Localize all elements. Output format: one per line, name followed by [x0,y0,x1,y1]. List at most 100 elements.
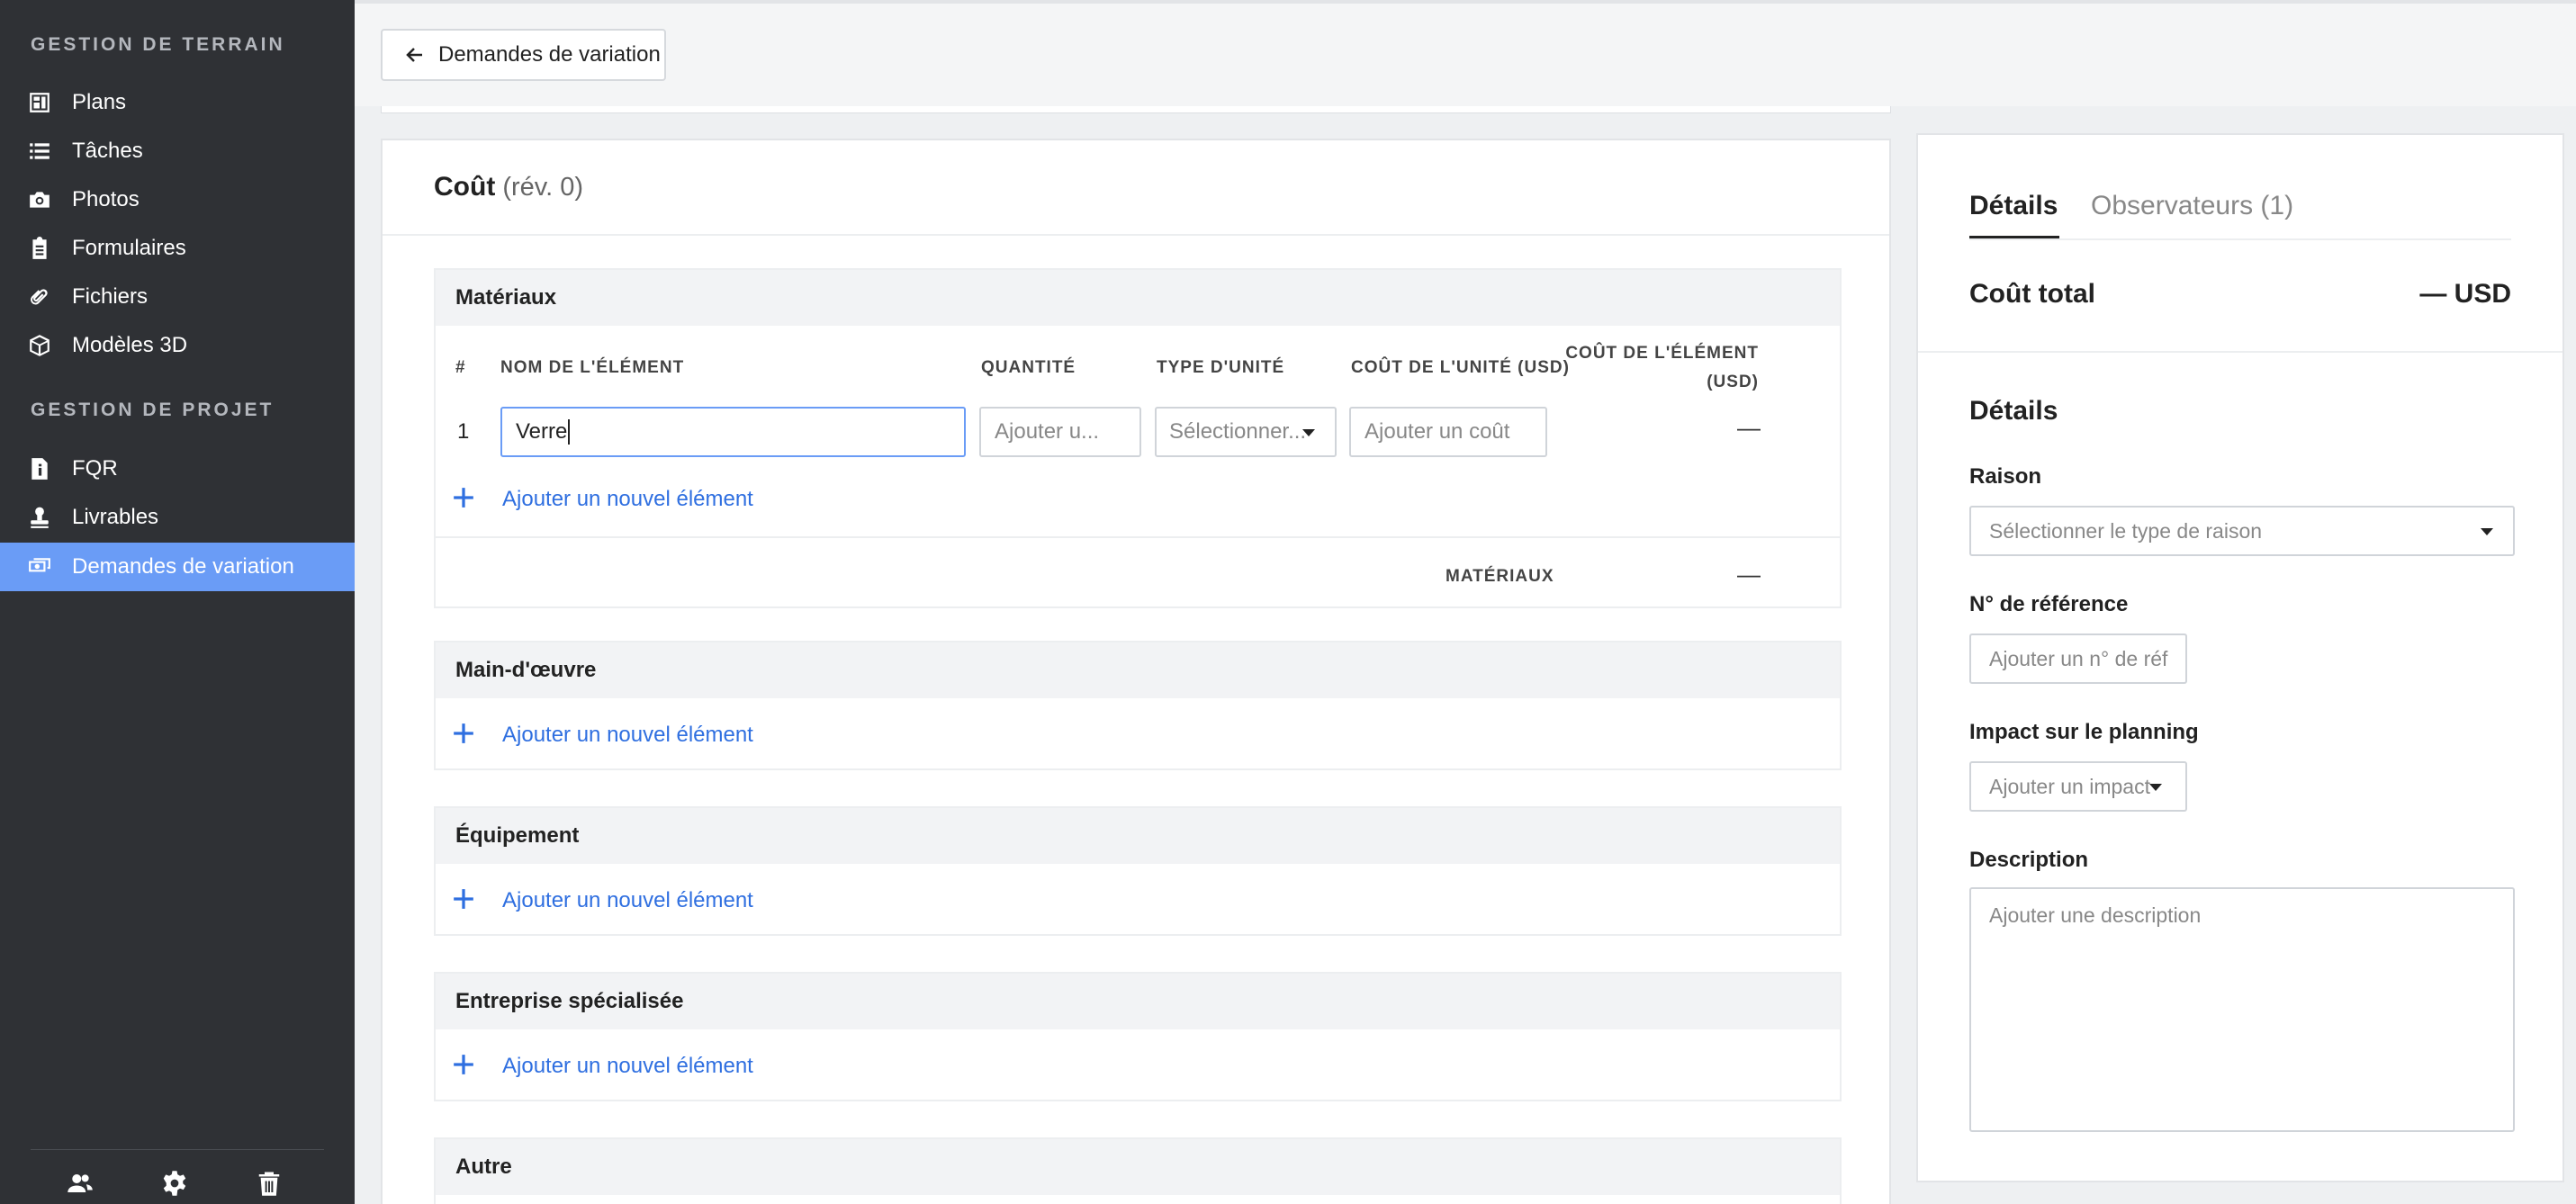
sidebar-item-label: Formulaires [72,236,186,260]
caret-down-icon [1302,429,1315,436]
quantity-placeholder: Ajouter u... [995,419,1100,444]
top-bar [355,0,2576,106]
money-icon [27,554,52,580]
sidebar-item-change-requests[interactable]: Demandes de variation [0,543,355,591]
description-textarea[interactable]: Ajouter une description [1969,887,2515,1132]
divider [436,536,1840,538]
sidebar-item-plans[interactable]: Plans [0,78,355,127]
clipboard-icon [27,236,52,261]
unit-type-select[interactable]: Sélectionner... [1155,407,1337,457]
unit-cost-placeholder: Ajouter un coût [1365,419,1510,444]
sidebar-item-forms[interactable]: Formulaires [0,224,355,273]
previous-card-edge [381,106,1891,113]
sidebar-item-rfi[interactable]: FQR [0,445,355,493]
total-cost-label: Coût total [1969,279,2095,309]
reason-select[interactable]: Sélectionner le type de raison [1969,506,2515,556]
caret-down-icon [2149,784,2162,791]
stamp-icon [27,505,52,530]
document-info-icon [27,456,52,481]
add-equipment-row[interactable]: Ajouter un nouvel élément [436,864,1840,938]
materials-group: Matériaux # NOM DE L'ÉLÉMENT QUANTITÉ TY… [434,268,1842,608]
item-name-input[interactable]: Verre [500,407,966,457]
details-section-title: Détails [1969,396,2058,426]
sidebar-item-label: Demandes de variation [72,554,294,579]
sidebar-item-label: Tâches [72,139,143,163]
other-title: Autre [436,1139,1840,1195]
schedule-impact-placeholder: Ajouter un impact [1989,774,2150,798]
sidebar-item-label: Fichiers [72,284,149,309]
add-material-link[interactable]: Ajouter un nouvel élément [502,487,753,512]
add-material-row[interactable]: Ajouter un nouvel élément [436,466,1840,533]
paperclip-icon [27,284,52,310]
caret-down-icon [2481,528,2493,535]
plus-icon [452,1053,479,1080]
plus-icon [452,887,479,914]
sidebar-item-3d-models[interactable]: Modèles 3D [0,321,355,370]
item-name-value: Verre [516,419,568,444]
column-header-item-cost: COÛT DE L'ÉLÉMENT [1565,344,1759,363]
total-cost-value: — USD [2419,279,2511,309]
description-placeholder: Ajouter une description [1989,903,2202,927]
materials-title: Matériaux [436,270,1840,326]
cost-header: Coût (rév. 0) [383,140,1889,236]
add-equipment-link[interactable]: Ajouter un nouvel élément [502,888,753,913]
add-labor-link[interactable]: Ajouter un nouvel élément [502,723,753,748]
cost-title: Coût [434,172,496,202]
cost-revision: (rév. 0) [502,172,584,202]
sidebar-item-photos[interactable]: Photos [0,175,355,224]
add-subcontractor-link[interactable]: Ajouter un nouvel élément [502,1054,753,1079]
sidebar-item-label: Livrables [72,505,159,529]
camera-icon [27,187,52,212]
subcontractor-title: Entreprise spécialisée [436,974,1840,1029]
gear-icon[interactable] [161,1170,188,1197]
column-header-unit-cost: COÛT DE L'UNITÉ (USD) [1351,358,1570,377]
add-subcontractor-row[interactable]: Ajouter un nouvel élément [436,1029,1840,1103]
cube-icon [27,333,52,358]
column-header-item-cost-unit: (USD) [1707,373,1759,391]
add-labor-row[interactable]: Ajouter un nouvel élément [436,698,1840,772]
materials-subtotal-label: MATÉRIAUX [1446,567,1554,586]
subcontractor-group: Entreprise spécialisée Ajouter un nouvel… [434,972,1842,1101]
sidebar-item-files[interactable]: Fichiers [0,273,355,321]
plans-icon [27,90,52,115]
labor-title: Main-d'œuvre [436,642,1840,698]
reason-label: Raison [1969,464,2042,489]
item-cost-value: — [1737,414,1761,441]
sidebar: GESTION DE TERRAIN Plans Tâches Photos F… [0,0,355,1204]
sidebar-item-deliverables[interactable]: Livrables [0,493,355,542]
trash-icon[interactable] [256,1170,283,1197]
sidebar-item-label: Photos [72,187,140,211]
tab-watchers[interactable]: Observateurs (1) [2091,191,2293,221]
column-header-quantity: QUANTITÉ [981,358,1076,377]
reference-input[interactable]: Ajouter un n° de réf [1969,633,2187,684]
sidebar-item-label: Modèles 3D [72,333,188,357]
divider [1918,351,2562,353]
labor-group: Main-d'œuvre Ajouter un nouvel élément [434,641,1842,770]
column-header-index: # [455,358,466,377]
tab-divider [1969,238,2511,240]
arrow-left-icon [406,48,422,62]
reference-placeholder: Ajouter un n° de réf [1989,646,2168,670]
row-index: 1 [457,419,470,444]
column-header-unit-type: TYPE D'UNITÉ [1157,358,1285,377]
users-icon[interactable] [67,1170,94,1197]
section-title-field-management: GESTION DE TERRAIN [31,34,285,55]
sidebar-item-tasks[interactable]: Tâches [0,127,355,175]
tab-details[interactable]: Détails [1969,191,2058,221]
materials-subtotal-value: — [1737,561,1761,588]
cost-card: Coût (rév. 0) Matériaux # NOM DE L'ÉLÉME… [381,139,1891,1204]
reason-placeholder: Sélectionner le type de raison [1989,518,2263,543]
description-label: Description [1969,848,2089,872]
quantity-input[interactable]: Ajouter u... [979,407,1141,457]
unit-cost-input[interactable]: Ajouter un coût [1349,407,1547,457]
text-cursor [568,419,571,445]
back-button[interactable]: Demandes de variation [381,29,666,81]
schedule-impact-select[interactable]: Ajouter un impact [1969,761,2187,812]
sidebar-item-label: FQR [72,456,118,481]
sidebar-item-label: Plans [72,90,127,114]
active-tab-indicator [1969,236,2059,238]
details-panel: Détails Observateurs (1) Coût total — US… [1916,133,2564,1182]
total-cost-row: Coût total — USD [1969,279,2511,310]
column-header-item-name: NOM DE L'ÉLÉMENT [500,358,685,377]
tasks-icon [27,139,52,164]
